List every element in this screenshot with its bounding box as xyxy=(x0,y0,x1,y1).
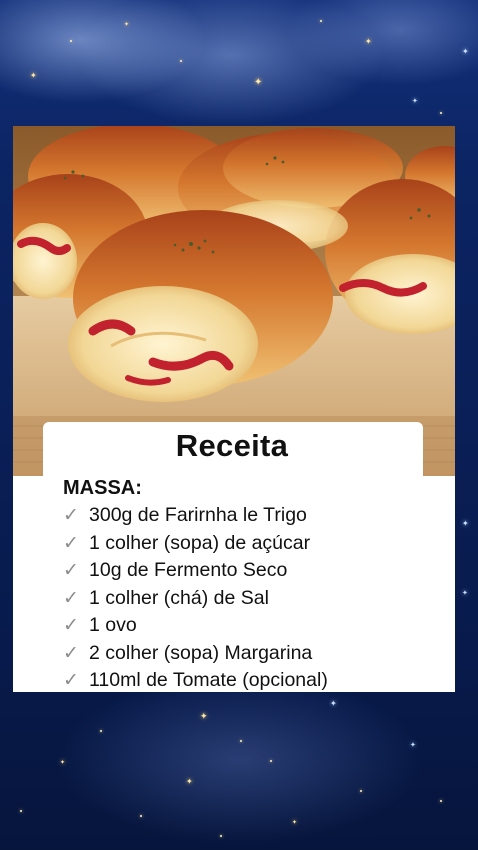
star-dot xyxy=(180,60,182,62)
ingredient-text: 1 ovo xyxy=(89,614,137,637)
star-dot xyxy=(220,835,222,837)
recipe-title: Receita xyxy=(175,428,289,463)
check-icon: ✓ xyxy=(63,587,79,609)
star-icon: ✦ xyxy=(186,777,193,786)
star-dot xyxy=(100,730,102,732)
ingredient-item: ✓ 1 colher (chá) de Sal xyxy=(63,585,328,613)
check-icon: ✓ xyxy=(63,532,79,554)
star-icon: ✦ xyxy=(254,77,263,88)
ingredient-item: ✓ 1 ovo xyxy=(63,612,328,640)
check-icon: ✓ xyxy=(63,642,79,664)
star-icon: ✦ xyxy=(330,699,337,708)
star-icon: ✦ xyxy=(412,98,418,105)
recipe-card: Receita MASSA: ✓ 300g de Farirnha le Trig… xyxy=(13,126,455,692)
star-dot xyxy=(440,112,442,114)
star-icon: ✦ xyxy=(462,519,469,528)
star-dot xyxy=(20,810,22,812)
star-icon: ✦ xyxy=(200,711,208,721)
star-dot xyxy=(320,20,322,22)
star-icon: ✦ xyxy=(292,820,298,826)
ingredient-text: 2 colher (sopa) Margarina xyxy=(89,641,313,664)
ingredient-item: ✓ 10g de Fermento Seco xyxy=(63,557,328,585)
section-heading-massa: MASSA: xyxy=(63,477,142,499)
star-icon: ✦ xyxy=(124,22,130,28)
star-icon: ✦ xyxy=(365,37,372,46)
star-icon: ✦ xyxy=(60,760,66,766)
ingredient-item: ✓ 2 colher (sopa) Margarina xyxy=(63,640,328,668)
ingredient-text: 300g de Farirnha le Trigo xyxy=(89,504,307,527)
ingredient-text: 10g de Fermento Seco xyxy=(89,559,288,582)
check-icon: ✓ xyxy=(63,505,79,527)
star-dot xyxy=(440,800,442,802)
check-icon: ✓ xyxy=(63,560,79,582)
check-icon: ✓ xyxy=(63,615,79,637)
ingredient-item: ✓ 1 colher (sopa) de açúcar xyxy=(63,530,328,558)
ingredient-text: 1 colher (chá) de Sal xyxy=(89,586,269,609)
ingredient-text: 110ml de Tomate (opcional) xyxy=(89,669,328,692)
star-icon: ✦ xyxy=(462,590,468,597)
ingredient-list: ✓ 300g de Farirnha le Trigo ✓ 1 colher (so… xyxy=(63,502,328,692)
star-dot xyxy=(70,40,72,42)
star-dot xyxy=(360,790,362,792)
ingredient-item: ✓ 300g de Farirnha le Trigo xyxy=(63,502,328,530)
ingredient-item: ✓ 110ml de Tomate (opcional) xyxy=(63,667,328,692)
check-icon: ✓ xyxy=(63,670,79,692)
star-icon: ✦ xyxy=(410,742,416,749)
star-dot xyxy=(240,740,242,742)
star-dot xyxy=(140,815,142,817)
ingredient-text: 1 colher (sopa) de açúcar xyxy=(89,531,311,554)
star-dot xyxy=(270,760,272,762)
star-icon: ✦ xyxy=(30,71,37,80)
star-icon: ✦ xyxy=(462,47,469,56)
